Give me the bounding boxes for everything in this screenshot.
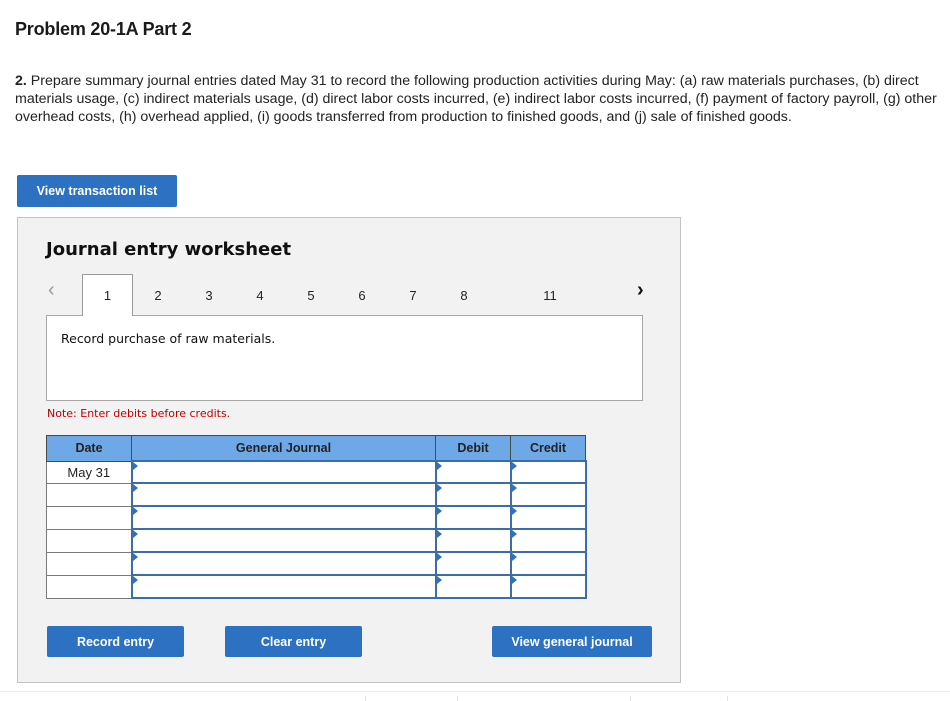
record-entry-button[interactable]: Record entry	[47, 626, 184, 657]
tab-entry-11[interactable]: 11	[530, 274, 570, 316]
credit-input[interactable]	[511, 484, 585, 505]
debit-header: Debit	[435, 435, 511, 462]
date-cell	[46, 505, 132, 530]
general-journal-cell	[130, 505, 437, 530]
debit-input[interactable]	[436, 462, 510, 482]
debit-input[interactable]	[436, 553, 510, 574]
tab-entry-1[interactable]: 1	[82, 274, 133, 316]
bottom-divider-tick	[727, 696, 728, 701]
tab-entry-8[interactable]: 8	[444, 274, 484, 316]
credit-cell	[509, 551, 587, 576]
general-journal-input[interactable]	[132, 576, 435, 597]
journal-table: Date General Journal Debit Credit May 31	[46, 435, 587, 599]
tab-entry-3[interactable]: 3	[189, 274, 229, 316]
view-general-journal-button[interactable]: View general journal	[492, 626, 652, 657]
credit-cell	[509, 574, 587, 599]
journal-row	[46, 574, 587, 599]
date-header: Date	[46, 435, 132, 462]
credit-input[interactable]	[511, 462, 585, 482]
general-journal-cell	[130, 551, 437, 576]
tab-entry-5[interactable]: 5	[291, 274, 331, 316]
journal-header-row: Date General Journal Debit Credit	[46, 435, 586, 462]
view-transaction-list-button[interactable]: View transaction list	[17, 175, 177, 207]
date-cell	[46, 482, 132, 507]
tab-entry-7[interactable]: 7	[393, 274, 433, 316]
worksheet-title: Journal entry worksheet	[46, 239, 292, 260]
entry-tabs: ‹ 1 2 3 4 5 6 7 8 11 ›	[18, 274, 680, 316]
clear-entry-button[interactable]: Clear entry	[225, 626, 362, 657]
journal-entry-worksheet: Journal entry worksheet ‹ 1 2 3 4 5 6 7 …	[17, 217, 681, 683]
credit-cell	[509, 528, 587, 553]
bottom-divider	[0, 691, 950, 692]
next-entry-icon[interactable]: ›	[637, 279, 644, 302]
credit-cell	[509, 482, 587, 507]
debit-cell	[434, 482, 512, 507]
general-journal-header: General Journal	[131, 435, 436, 462]
debit-cell	[434, 574, 512, 599]
debit-input[interactable]	[436, 530, 510, 551]
credit-input[interactable]	[511, 553, 585, 574]
debit-cell	[434, 551, 512, 576]
date-cell	[46, 528, 132, 553]
journal-row	[46, 482, 587, 507]
credit-input[interactable]	[511, 507, 585, 528]
general-journal-cell	[130, 528, 437, 553]
bottom-divider-tick	[630, 696, 631, 701]
tab-entry-2[interactable]: 2	[138, 274, 178, 316]
page-title: Problem 20-1A Part 2	[15, 19, 192, 39]
journal-row: May 31	[46, 460, 587, 484]
journal-row	[46, 505, 587, 530]
debit-input[interactable]	[436, 576, 510, 597]
bottom-divider-tick	[457, 696, 458, 701]
prompt-number: 2.	[15, 73, 27, 89]
debit-input[interactable]	[436, 484, 510, 505]
debit-cell	[434, 528, 512, 553]
general-journal-input[interactable]	[132, 530, 435, 551]
debit-input[interactable]	[436, 507, 510, 528]
general-journal-cell	[130, 460, 437, 484]
prompt-text: Prepare summary journal entries dated Ma…	[15, 73, 937, 125]
general-journal-input[interactable]	[132, 507, 435, 528]
tab-entry-4[interactable]: 4	[240, 274, 280, 316]
credit-input[interactable]	[511, 576, 585, 597]
entry-description-box: Record purchase of raw materials.	[46, 315, 643, 401]
general-journal-cell	[130, 482, 437, 507]
journal-row	[46, 528, 587, 553]
credit-input[interactable]	[511, 530, 585, 551]
credit-cell	[509, 460, 587, 484]
tab-entry-6[interactable]: 6	[342, 274, 382, 316]
credit-cell	[509, 505, 587, 530]
bottom-divider-tick	[365, 696, 366, 701]
debit-cell	[434, 505, 512, 530]
date-cell: May 31	[46, 460, 132, 484]
previous-entry-icon[interactable]: ‹	[48, 279, 55, 302]
date-cell	[46, 574, 132, 599]
general-journal-input[interactable]	[132, 484, 435, 505]
entry-description: Record purchase of raw materials.	[61, 331, 276, 346]
problem-prompt: 2. Prepare summary journal entries dated…	[15, 72, 950, 126]
debits-note: Note: Enter debits before credits.	[47, 407, 231, 420]
credit-header: Credit	[510, 435, 586, 462]
date-cell	[46, 551, 132, 576]
general-journal-cell	[130, 574, 437, 599]
general-journal-input[interactable]	[132, 462, 435, 482]
journal-row	[46, 551, 587, 576]
debit-cell	[434, 460, 512, 484]
general-journal-input[interactable]	[132, 553, 435, 574]
